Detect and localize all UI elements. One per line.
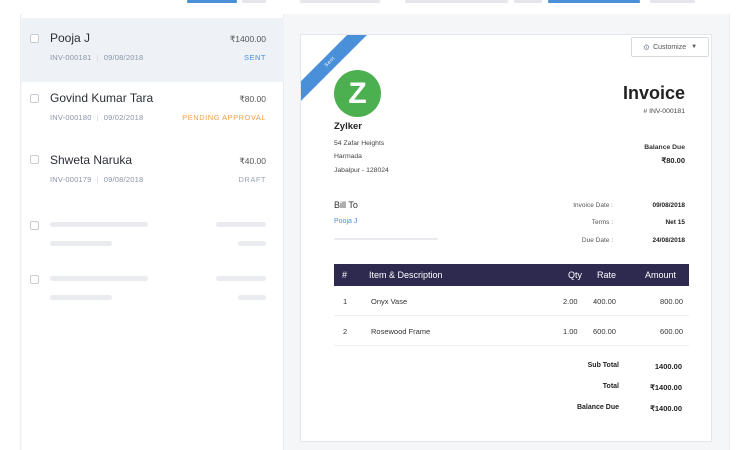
due-date-label: Due Date :	[581, 237, 613, 244]
column-header-rate: Rate	[597, 270, 617, 280]
balance-due-total-value: ₹1400.00	[650, 404, 682, 413]
item-amount: 600.00	[660, 327, 683, 336]
skeleton-line	[238, 241, 266, 246]
skeleton-line	[216, 222, 266, 227]
invoice-list-item[interactable]: Govind Kumar Tara ₹80.00 INV-000180 | 09/0…	[22, 82, 284, 146]
invoice-date-value: 09/08/2018	[652, 202, 685, 209]
invoice-number: INV-000179	[50, 175, 92, 184]
skeleton-line	[334, 238, 438, 240]
toolbar-button[interactable]	[242, 0, 266, 3]
terms-value: Net 15	[665, 219, 685, 226]
address-line: Jabalpur - 128024	[334, 167, 389, 174]
invoice-number: INV-000181	[50, 53, 92, 62]
row-checkbox[interactable]	[30, 94, 39, 103]
toolbar-tab[interactable]	[405, 0, 508, 3]
table-row: 1 Onyx Vase 2.00 400.00 800.00	[334, 286, 689, 316]
total-label: Total	[602, 383, 619, 390]
invoice-meta: INV-000179 | 09/08/2018	[50, 175, 144, 184]
address-line: Harmada	[334, 153, 362, 160]
invoice-number: # INV-000181	[643, 108, 685, 115]
column-header-qty: Qty	[568, 270, 583, 280]
skeleton-line	[238, 295, 266, 300]
column-header-item: Item & Description	[369, 270, 443, 280]
organization-name: Zylker	[334, 121, 362, 132]
row-number: 1	[343, 297, 348, 306]
skeleton-line	[50, 241, 112, 246]
invoice-date: 09/08/2018	[103, 175, 144, 184]
skeleton-line	[50, 295, 112, 300]
table-row: 2 Rosewood Frame 1.00 600.00 600.00	[334, 316, 689, 346]
invoice-date: 09/08/2018	[103, 53, 144, 62]
balance-due-value: ₹80.00	[661, 156, 685, 165]
chevron-down-icon: ▼	[691, 44, 698, 50]
invoice-date-label: Invoice Date :	[573, 202, 613, 209]
invoice-preview: Sent ⚙ Customize ▼ Z Zylker 54 Zafar Hei…	[300, 34, 712, 442]
invoice-amount: ₹80.00	[239, 94, 266, 104]
column-header-number: #	[342, 270, 348, 280]
invoice-amount: ₹1400.00	[229, 34, 266, 44]
items-table-header: # Item & Description Qty Rate Amount	[334, 264, 689, 286]
item-description: Rosewood Frame	[371, 327, 431, 336]
item-rate: 400.00	[593, 297, 616, 306]
toolbar-tab[interactable]	[300, 0, 380, 3]
row-checkbox[interactable]	[30, 155, 39, 164]
invoice-number: INV-000180	[50, 113, 92, 122]
item-qty: 2.00	[563, 297, 578, 306]
invoice-list-item[interactable]: Pooja J ₹1400.00 INV-000181 | 09/08/2018 S…	[22, 18, 284, 82]
subtotal-value: 1400.00	[654, 362, 682, 371]
toolbar-primary-button[interactable]	[548, 0, 640, 3]
address-line: 54 Zafar Heights	[334, 140, 385, 147]
skeleton-line	[216, 276, 266, 281]
status-badge: PENDING APPROVAL	[182, 113, 266, 122]
row-checkbox[interactable]	[30, 275, 39, 284]
toolbar-button[interactable]	[514, 0, 542, 3]
item-qty: 1.00	[563, 327, 578, 336]
invoice-date: 09/02/2018	[103, 113, 144, 122]
terms-label: Terms :	[591, 219, 613, 226]
item-rate: 600.00	[593, 327, 616, 336]
customer-name: Shweta Naruka	[50, 153, 133, 167]
customer-name: Pooja J	[50, 31, 91, 45]
toolbar-button[interactable]	[650, 0, 695, 3]
bill-to-label: Bill To	[334, 200, 358, 210]
balance-due-label: Balance Due	[644, 144, 685, 151]
row-checkbox[interactable]	[30, 221, 39, 230]
balance-due-total-label: Balance Due	[576, 404, 619, 411]
column-header-amount: Amount	[645, 270, 677, 280]
skeleton-line	[50, 222, 148, 227]
invoice-amount: ₹40.00	[239, 156, 266, 166]
row-checkbox[interactable]	[30, 34, 39, 43]
item-description: Onyx Vase	[371, 297, 408, 306]
customize-label: Customize	[653, 43, 687, 51]
due-date-value: 24/08/2018	[652, 237, 685, 244]
row-number: 2	[343, 327, 348, 336]
top-toolbar	[0, 0, 750, 4]
skeleton-list-item	[22, 264, 284, 328]
item-amount: 800.00	[660, 297, 683, 306]
subtotal-label: Sub Total	[587, 362, 619, 369]
bill-to-name[interactable]: Pooja J	[334, 218, 357, 225]
company-logo: Z	[334, 70, 381, 117]
status-badge: DRAFT	[238, 175, 266, 184]
total-value: ₹1400.00	[650, 383, 682, 392]
skeleton-line	[50, 276, 148, 281]
invoice-list: Pooja J ₹1400.00 INV-000181 | 09/08/2018 S…	[22, 14, 284, 450]
invoice-title: Invoice	[622, 83, 685, 103]
customize-button[interactable]: ⚙ Customize ▼	[631, 37, 709, 57]
status-badge: SENT	[243, 53, 266, 62]
invoice-list-item[interactable]: Shweta Naruka ₹40.00 INV-000179 | 09/08/20…	[22, 146, 284, 210]
customer-name: Govind Kumar Tara	[50, 91, 154, 105]
toolbar-button[interactable]	[187, 0, 237, 3]
invoice-meta: INV-000181 | 09/08/2018	[50, 53, 144, 62]
invoice-meta: INV-000180 | 09/02/2018	[50, 113, 144, 122]
gear-icon: ⚙	[642, 42, 651, 52]
